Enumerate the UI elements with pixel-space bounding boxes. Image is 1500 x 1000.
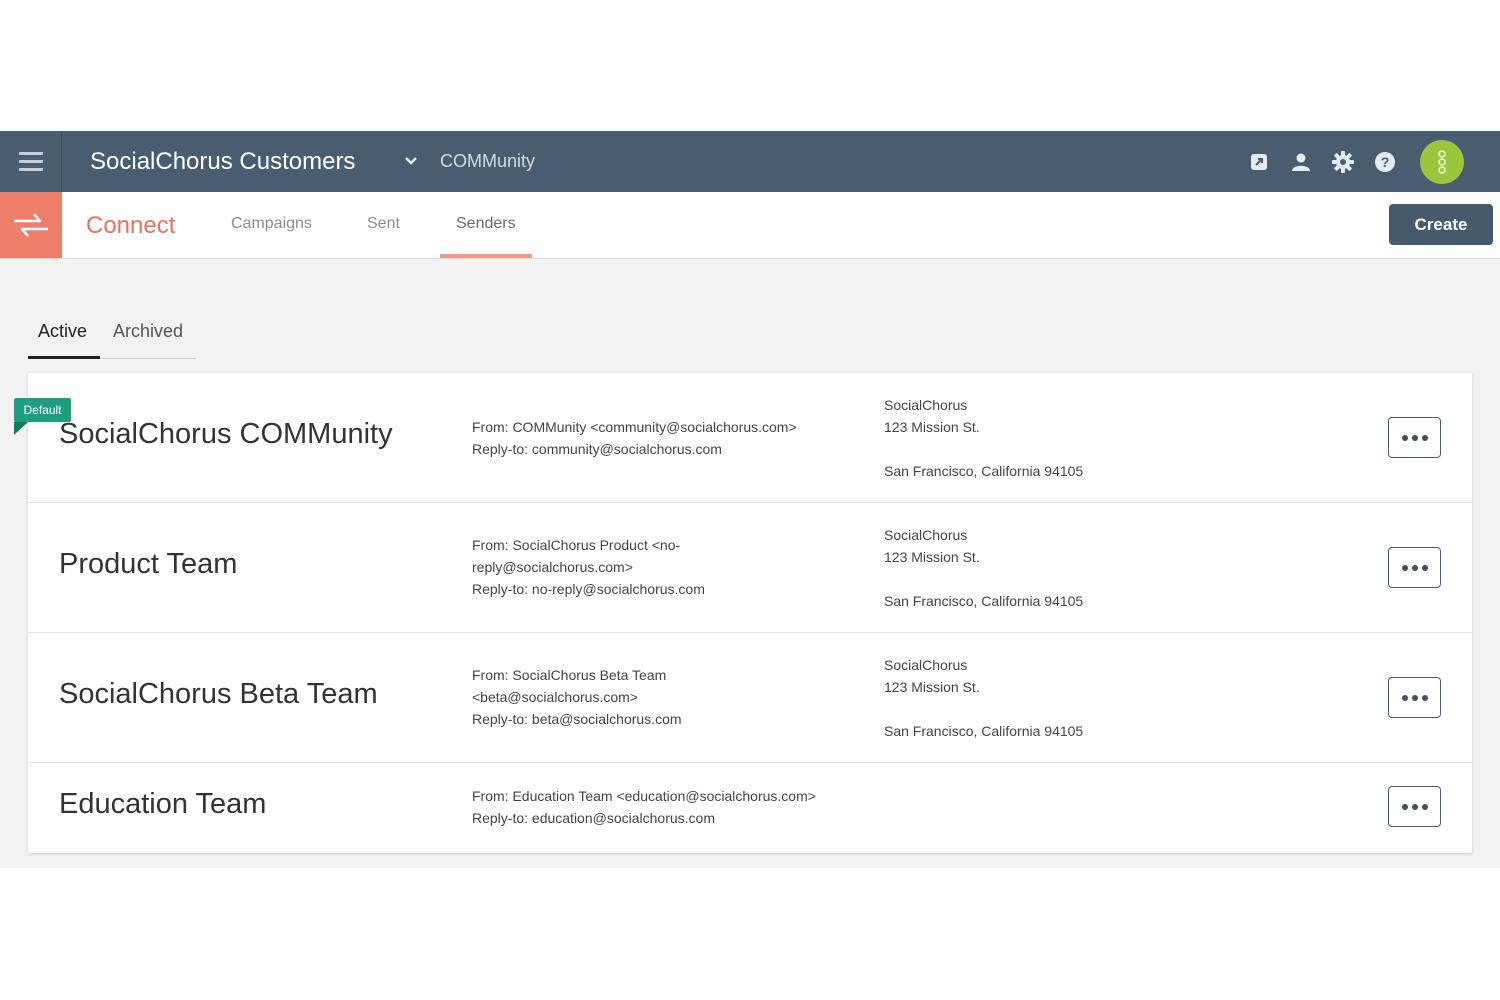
org-switcher-chevron-icon[interactable] xyxy=(404,153,434,171)
more-options-button[interactable] xyxy=(1388,417,1441,458)
address-city: San Francisco, California 94105 xyxy=(884,593,1084,609)
reply-to-line: Reply-to: education@socialchorus.com xyxy=(472,810,715,826)
active-subtab-indicator xyxy=(28,356,100,359)
sender-name[interactable]: SocialChorus COMMunity xyxy=(59,418,393,451)
sender-name[interactable]: Product Team xyxy=(59,548,237,581)
address-org: SocialChorus xyxy=(884,657,968,673)
tab-active[interactable]: Active xyxy=(38,321,87,342)
from-line: From: SocialChorus Product <no- xyxy=(472,537,681,553)
sender-name[interactable]: SocialChorus Beta Team xyxy=(59,678,378,711)
sender-address: SocialChorus 123 Mission St. San Francis… xyxy=(884,394,1083,482)
address-org: SocialChorus xyxy=(884,527,968,543)
address-street: 123 Mission St. xyxy=(884,549,980,565)
org-title: SocialChorus Customers xyxy=(90,147,356,175)
address-city: San Francisco, California 94105 xyxy=(884,723,1084,739)
address-street: 123 Mission St. xyxy=(884,679,980,695)
from-line: <beta@socialchorus.com> xyxy=(472,689,638,705)
external-link-icon[interactable] xyxy=(1248,151,1270,173)
svg-text:?: ? xyxy=(1381,154,1390,170)
help-icon[interactable]: ? xyxy=(1374,151,1396,173)
list-item: SocialChorus COMMunity From: COMMunity <… xyxy=(28,373,1472,503)
sender-address: SocialChorus 123 Mission St. San Francis… xyxy=(884,654,1083,742)
sender-address: SocialChorus 123 Mission St. San Francis… xyxy=(884,524,1083,612)
list-item: Education Team From: Education Team <edu… xyxy=(28,763,1472,853)
gear-icon[interactable] xyxy=(1332,150,1354,173)
from-line: From: COMMunity <community@socialchorus.… xyxy=(472,419,797,435)
list-item: Product Team From: SocialChorus Product … xyxy=(28,503,1472,633)
tab-senders[interactable]: Senders xyxy=(456,215,516,233)
active-tab-indicator xyxy=(440,254,532,258)
sender-from: From: SocialChorus Beta Team <beta@socia… xyxy=(472,664,832,730)
menu-button[interactable] xyxy=(0,131,62,192)
avatar[interactable] xyxy=(1420,139,1464,184)
create-button[interactable]: Create xyxy=(1389,204,1493,245)
main-content: Active Archived SocialChorus COMMunity F… xyxy=(0,259,1500,868)
sender-from: From: SocialChorus Product <no- reply@so… xyxy=(472,534,832,600)
app-name[interactable]: Connect xyxy=(86,212,175,240)
sender-from: From: COMMunity <community@socialchorus.… xyxy=(472,416,832,460)
list-item: SocialChorus Beta Team From: SocialChoru… xyxy=(28,633,1472,763)
address-org: SocialChorus xyxy=(884,397,968,413)
app-nav-bar: Connect Campaigns Sent Senders Create xyxy=(0,192,1500,259)
more-options-button[interactable] xyxy=(1388,547,1441,588)
top-bar: SocialChorus Customers COMMunity ? xyxy=(0,131,1500,192)
tab-sent[interactable]: Sent xyxy=(367,215,400,233)
from-line: From: SocialChorus Beta Team xyxy=(472,667,667,683)
reply-to-line: Reply-to: no-reply@socialchorus.com xyxy=(472,581,705,597)
from-line: reply@socialchorus.com> xyxy=(472,559,633,575)
default-badge: Default xyxy=(14,398,71,422)
community-name[interactable]: COMMunity xyxy=(440,151,535,172)
tab-archived[interactable]: Archived xyxy=(113,321,183,342)
address-city: San Francisco, California 94105 xyxy=(884,463,1084,479)
address-street: 123 Mission St. xyxy=(884,419,980,435)
more-options-button[interactable] xyxy=(1388,786,1441,827)
tab-campaigns[interactable]: Campaigns xyxy=(231,215,312,233)
sender-name[interactable]: Education Team xyxy=(59,788,266,821)
status-tabs: Active Archived xyxy=(28,321,196,359)
senders-list: SocialChorus COMMunity From: COMMunity <… xyxy=(28,373,1472,853)
from-line: From: Education Team <education@socialch… xyxy=(472,788,816,804)
more-options-button[interactable] xyxy=(1388,677,1441,718)
sender-from: From: Education Team <education@socialch… xyxy=(472,785,892,829)
default-badge-ribbon-fold xyxy=(14,422,28,435)
reply-to-line: Reply-to: beta@socialchorus.com xyxy=(472,711,682,727)
hamburger-icon xyxy=(18,150,43,174)
reply-to-line: Reply-to: community@socialchorus.com xyxy=(472,441,722,457)
user-icon[interactable] xyxy=(1290,151,1312,173)
connect-logo-icon[interactable] xyxy=(0,192,62,258)
